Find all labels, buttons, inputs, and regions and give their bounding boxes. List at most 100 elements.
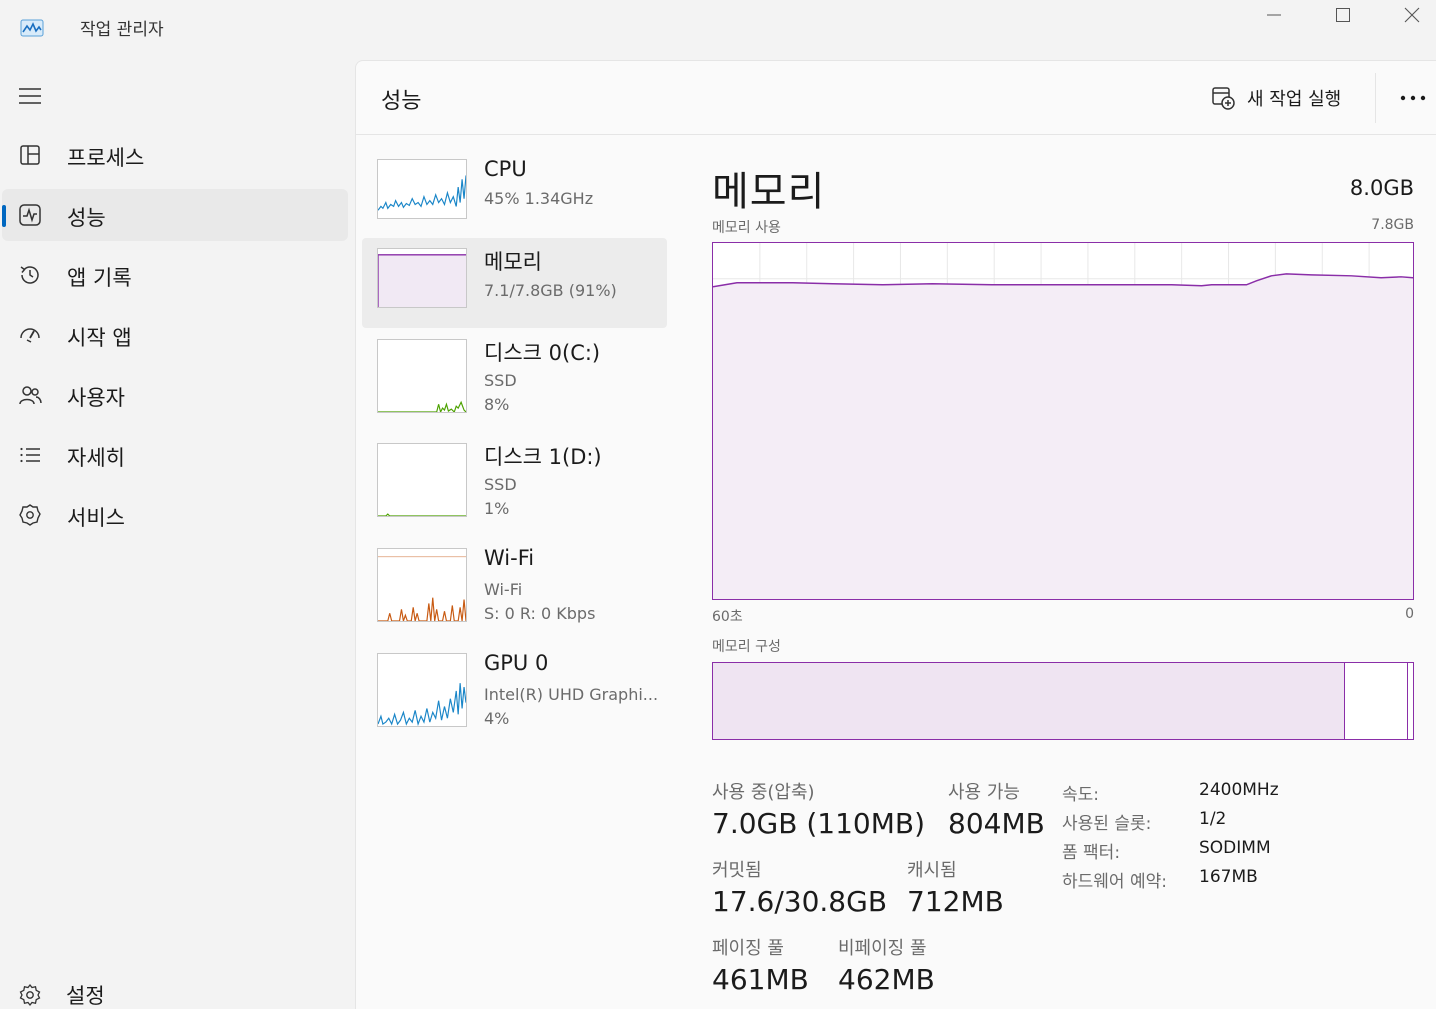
header-divider	[1375, 73, 1376, 123]
axis-right-label: 0	[1405, 606, 1414, 622]
sidebar-item-label: 앱 기록	[67, 266, 132, 290]
device-type: SSD	[484, 475, 517, 494]
memory-usage-max: 7.8GB	[1371, 217, 1414, 233]
new-task-icon	[1212, 87, 1235, 110]
sidebar-item-processes[interactable]: 프로세스	[2, 129, 348, 181]
nonpaged-pool-value: 462MB	[838, 963, 935, 996]
page-title: 성능	[381, 89, 422, 114]
sidebar-item-settings[interactable]: 설정	[16, 980, 356, 1009]
speed-key: 속도:	[1062, 785, 1100, 805]
hardware-reserved-value: 167MB	[1199, 867, 1258, 887]
performance-icon	[19, 204, 41, 226]
axis-left-label: 60초	[712, 609, 743, 625]
composition-standby	[1407, 663, 1408, 739]
cached-label: 캐시됨	[907, 860, 957, 881]
sidebar-item-label: 자세히	[67, 446, 125, 470]
memory-title: 메모리	[712, 169, 826, 215]
sidebar-item-label: 시작 앱	[67, 326, 132, 350]
device-status: 8%	[484, 395, 510, 414]
available-label: 사용 가능	[948, 782, 1020, 803]
device-name: GPU 0	[484, 651, 549, 675]
task-manager-icon	[20, 19, 44, 37]
memory-usage-chart	[712, 242, 1414, 600]
history-icon	[20, 266, 39, 284]
device-gpu-0[interactable]: GPU 0 Intel(R) UHD Graphi... 4%	[362, 643, 667, 733]
sidebar-item-label: 사용자	[67, 386, 125, 410]
device-name: Wi-Fi	[484, 546, 535, 570]
composition-in-use	[713, 663, 1345, 739]
sidebar-item-services[interactable]: 서비스	[2, 489, 348, 541]
sidebar-item-performance[interactable]: 성능	[2, 189, 348, 241]
gear-icon	[19, 983, 41, 1007]
more-options-button[interactable]	[1396, 85, 1430, 111]
hardware-reserved-key: 하드웨어 예약:	[1062, 872, 1167, 892]
device-status: 7.1/7.8GB (91%)	[484, 281, 617, 300]
memory-composition-label: 메모리 구성	[712, 639, 781, 655]
device-wifi[interactable]: Wi-Fi Wi-Fi S: 0 R: 0 Kbps	[362, 538, 667, 628]
window-title: 작업 관리자	[80, 20, 164, 40]
maximize-icon	[1336, 8, 1350, 22]
sidebar-item-users[interactable]: 사용자	[2, 369, 348, 421]
run-new-task-label: 새 작업 실행	[1247, 89, 1342, 110]
close-icon	[1404, 7, 1420, 23]
device-type: Intel(R) UHD Graphi...	[484, 685, 659, 704]
sidebar-item-label: 성능	[67, 206, 106, 230]
settings-label: 설정	[66, 984, 105, 1008]
memory-usage-area	[713, 273, 1413, 599]
device-name: 디스크 0(C:)	[484, 341, 601, 365]
device-name: CPU	[484, 157, 527, 181]
nonpaged-pool-label: 비페이징 풀	[838, 938, 927, 959]
sidebar-item-app-history[interactable]: 앱 기록	[2, 249, 348, 301]
device-status: 45% 1.34GHz	[484, 189, 594, 208]
title-bar: 작업 관리자	[0, 0, 1436, 56]
sidebar-item-label: 프로세스	[67, 146, 145, 170]
cached-value: 712MB	[907, 885, 1004, 918]
services-icon	[19, 504, 41, 526]
wifi-thumbnail-graph	[377, 548, 467, 622]
slots-key: 사용된 슬롯:	[1062, 814, 1152, 834]
speed-value: 2400MHz	[1199, 780, 1279, 800]
minimize-icon	[1267, 14, 1281, 16]
maximize-button[interactable]	[1309, 0, 1377, 30]
gpu-thumbnail-graph	[377, 653, 467, 727]
main-panel: 성능 새 작업 실행 CPU 45% 1.34GHz 메모리 7.1/7.8GB…	[355, 60, 1436, 1009]
more-icon	[1400, 95, 1426, 101]
device-status: S: 0 R: 0 Kbps	[484, 604, 596, 623]
disk0-thumbnail-graph	[377, 339, 467, 413]
main-header: 성능 새 작업 실행	[356, 61, 1436, 135]
device-disk-0[interactable]: 디스크 0(C:) SSD 8%	[362, 329, 667, 419]
close-button[interactable]	[1378, 0, 1436, 30]
device-status: 1%	[484, 499, 510, 518]
minimize-button[interactable]	[1240, 0, 1308, 30]
in-use-label: 사용 중(압축)	[712, 782, 815, 803]
device-name: 디스크 1(D:)	[484, 445, 602, 469]
details-icon	[20, 447, 40, 463]
device-cpu[interactable]: CPU 45% 1.34GHz	[362, 149, 667, 239]
memory-total: 8.0GB	[1349, 176, 1414, 200]
device-name: 메모리	[484, 250, 542, 274]
memory-composition-bar	[712, 662, 1414, 740]
form-factor-key: 폼 팩터:	[1062, 843, 1121, 863]
paged-pool-value: 461MB	[712, 963, 809, 996]
users-icon	[19, 386, 42, 405]
committed-value: 17.6/30.8GB	[712, 885, 888, 918]
device-memory[interactable]: 메모리 7.1/7.8GB (91%)	[362, 238, 667, 328]
active-indicator	[2, 205, 6, 227]
device-disk-1[interactable]: 디스크 1(D:) SSD 1%	[362, 433, 667, 523]
memory-usage-label: 메모리 사용	[712, 220, 781, 236]
in-use-value: 7.0GB (110MB)	[712, 807, 925, 840]
startup-icon	[20, 328, 40, 343]
run-new-task-button[interactable]: 새 작업 실행	[1211, 83, 1341, 113]
cpu-thumbnail-graph	[377, 159, 467, 219]
disk1-thumbnail-graph	[377, 443, 467, 517]
form-factor-value: SODIMM	[1199, 838, 1271, 858]
device-type: Wi-Fi	[484, 580, 523, 599]
committed-label: 커밋됨	[712, 860, 762, 881]
sidebar-item-details[interactable]: 자세히	[2, 429, 348, 481]
processes-icon	[20, 145, 40, 165]
slots-value: 1/2	[1199, 809, 1227, 829]
device-type: SSD	[484, 371, 517, 390]
available-value: 804MB	[948, 807, 1045, 840]
sidebar-item-startup[interactable]: 시작 앱	[2, 309, 348, 361]
hamburger-menu-icon[interactable]	[18, 86, 42, 106]
